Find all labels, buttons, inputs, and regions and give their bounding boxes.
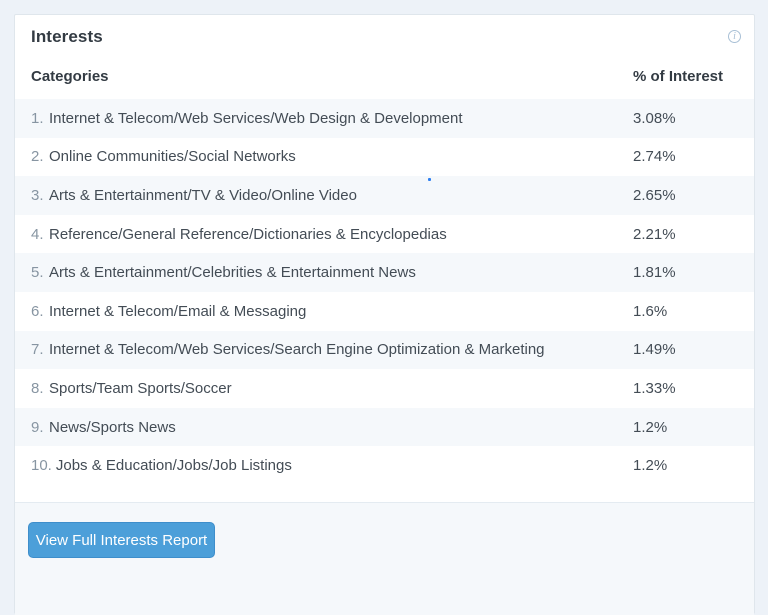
column-header-percent: % of Interest: [633, 68, 724, 85]
row-rank: 2.: [31, 148, 44, 166]
table-row: 1. Internet & Telecom/Web Services/Web D…: [15, 99, 754, 138]
table-row: 8. Sports/Team Sports/Soccer 1.33%: [15, 369, 754, 408]
row-percent: 2.74%: [633, 148, 676, 166]
row-category: Arts & Entertainment/Celebrities & Enter…: [49, 264, 416, 282]
row-category: Internet & Telecom/Email & Messaging: [49, 302, 307, 320]
row-rank: 5.: [31, 264, 44, 282]
row-rank: 1.: [31, 109, 44, 127]
row-rank: 10.: [31, 457, 52, 475]
row-category: Internet & Telecom/Web Services/Web Desi…: [49, 109, 463, 127]
row-percent: 1.33%: [633, 379, 676, 397]
info-icon[interactable]: i: [728, 30, 741, 43]
row-category: Reference/General Reference/Dictionaries…: [49, 225, 447, 243]
table-row: 3. Arts & Entertainment/TV & Video/Onlin…: [15, 176, 754, 215]
row-percent: 1.49%: [633, 341, 676, 359]
row-rank: 6.: [31, 302, 44, 320]
row-percent: 2.65%: [633, 186, 676, 204]
row-category: Online Communities/Social Networks: [49, 148, 296, 166]
row-rank: 3.: [31, 186, 44, 204]
row-percent: 1.81%: [633, 264, 676, 282]
table-row: 4. Reference/General Reference/Dictionar…: [15, 215, 754, 254]
row-percent: 1.6%: [633, 302, 668, 320]
row-category: News/Sports News: [49, 418, 176, 436]
table-row: 10. Jobs & Education/Jobs/Job Listings 1…: [15, 446, 754, 485]
table-row: 6. Internet & Telecom/Email & Messaging …: [15, 292, 754, 331]
table-row: 7. Internet & Telecom/Web Services/Searc…: [15, 330, 754, 370]
table-row: 9. News/Sports News 1.2%: [15, 407, 754, 447]
card-footer: View Full Interests Report: [15, 502, 754, 615]
panel-title: Interests: [31, 27, 103, 46]
row-category: Jobs & Education/Jobs/Job Listings: [55, 457, 292, 475]
row-category: Arts & Entertainment/TV & Video/Online V…: [49, 186, 357, 204]
stray-cursor-dot: [428, 178, 431, 181]
row-category: Internet & Telecom/Web Services/Search E…: [49, 341, 545, 359]
view-full-interests-report-button[interactable]: View Full Interests Report: [28, 522, 215, 558]
row-percent: 3.08%: [633, 109, 676, 127]
row-rank: 9.: [31, 418, 44, 436]
row-percent: 1.2%: [633, 418, 668, 436]
row-percent: 2.21%: [633, 225, 676, 243]
column-header-categories: Categories: [31, 68, 109, 85]
interests-panel: Interests i Categories % of Interest 1. …: [14, 14, 755, 615]
row-rank: 8.: [31, 379, 44, 397]
table-row: 2. Online Communities/Social Networks 2.…: [15, 138, 754, 177]
row-rank: 4.: [31, 225, 44, 243]
table-row: 5. Arts & Entertainment/Celebrities & En…: [15, 253, 754, 292]
row-rank: 7.: [31, 341, 44, 359]
interests-table: 1. Internet & Telecom/Web Services/Web D…: [15, 99, 754, 485]
row-category: Sports/Team Sports/Soccer: [49, 379, 232, 397]
row-percent: 1.2%: [633, 457, 668, 475]
